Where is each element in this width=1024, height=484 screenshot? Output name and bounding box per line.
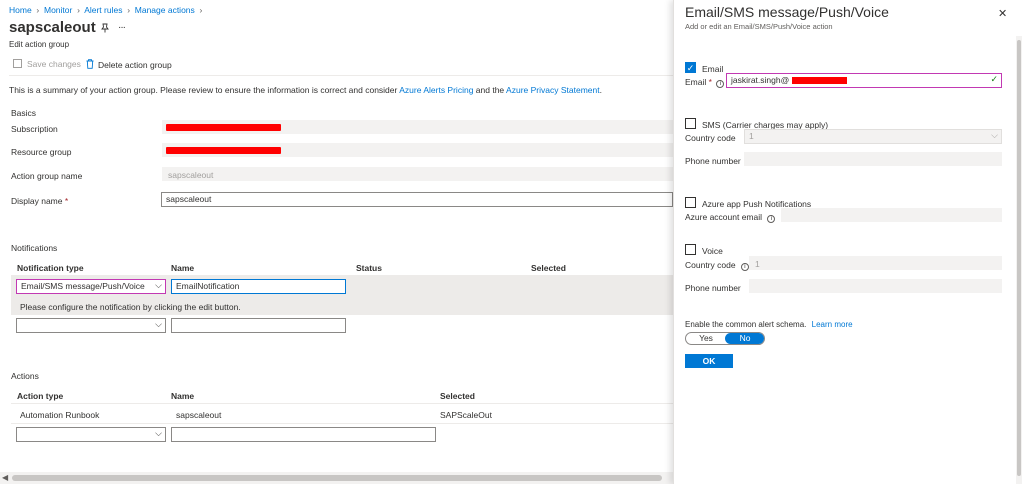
subscription-redaction <box>166 124 281 131</box>
notification-name-input[interactable]: EmailNotification <box>171 279 346 294</box>
delete-action-group-button[interactable]: Delete action group <box>86 59 172 71</box>
chevron-down-icon: ⌵ <box>155 280 162 290</box>
resource-group-redaction <box>166 147 281 154</box>
voice-country-code-label: Country code i <box>685 260 749 271</box>
col-action-selected: Selected <box>440 391 475 401</box>
azure-alerts-pricing-link[interactable]: Azure Alerts Pricing <box>399 85 473 95</box>
notification-message: Please configure the notification by cli… <box>20 302 241 312</box>
email-input[interactable]: jaskirat.singh@ ✓ <box>726 73 1002 88</box>
more-options-icon[interactable]: ··· <box>118 22 126 33</box>
voice-checkbox-label: Voice <box>702 246 723 256</box>
action-group-name-value: sapscaleout <box>168 170 214 180</box>
country-code-label: Country code <box>685 133 736 143</box>
actions-heading: Actions <box>11 371 39 381</box>
push-checkbox[interactable] <box>685 197 696 208</box>
new-notification-type-select[interactable]: ⌵ <box>16 318 166 333</box>
col-status: Status <box>356 263 382 273</box>
scrollbar-thumb[interactable] <box>12 475 662 481</box>
check-icon: ✓ <box>990 74 998 84</box>
display-name-input[interactable]: sapscaleout <box>161 192 673 207</box>
panel-subtitle: Add or edit an Email/SMS/Push/Voice acti… <box>685 22 833 31</box>
trash-icon <box>86 59 94 71</box>
breadcrumb-home[interactable]: Home <box>9 5 32 15</box>
chevron-down-icon: ⌵ <box>991 130 998 140</box>
sms-checkbox[interactable] <box>685 118 696 129</box>
azure-privacy-statement-link[interactable]: Azure Privacy Statement <box>506 85 600 95</box>
chevron-right-icon: › <box>34 5 42 15</box>
subscription-label: Subscription <box>11 124 58 134</box>
phone-number-input[interactable] <box>744 152 1002 166</box>
email-checkbox[interactable]: ✓ <box>685 62 696 73</box>
voice-phone-number-label: Phone number <box>685 283 741 293</box>
email-value: jaskirat.singh@ <box>731 75 790 85</box>
panel-title: Email/SMS message/Push/Voice <box>685 4 889 20</box>
phone-number-label: Phone number <box>685 156 741 166</box>
summary-text: This is a summary of your action group. … <box>9 85 602 95</box>
info-icon: i <box>767 215 776 223</box>
display-name-label: Display name * <box>11 196 69 206</box>
notifications-heading: Notifications <box>11 243 58 253</box>
col-selected: Selected <box>531 263 566 273</box>
breadcrumb-monitor[interactable]: Monitor <box>44 5 72 15</box>
new-action-name-input[interactable] <box>171 427 436 442</box>
action-group-name-label: Action group name <box>11 171 83 181</box>
chevron-down-icon: ⌵ <box>155 428 162 438</box>
chevron-right-icon: › <box>124 5 133 15</box>
page-title: sapscaleout <box>9 19 96 36</box>
azure-account-email-label: Azure account email i <box>685 212 776 223</box>
scroll-left-icon[interactable]: ◀ <box>2 473 8 482</box>
email-redaction <box>791 77 847 84</box>
breadcrumb-alert-rules[interactable]: Alert rules <box>84 5 122 15</box>
save-changes-button[interactable]: Save changes <box>13 59 81 69</box>
alert-schema-toggle[interactable]: Yes No <box>685 332 765 345</box>
panel-scrollbar-thumb[interactable] <box>1017 40 1021 476</box>
delete-action-group-label: Delete action group <box>98 60 172 70</box>
action-group-name-field: sapscaleout <box>162 167 673 181</box>
action-row[interactable]: Automation Runbook sapscaleout SAPScaleO… <box>11 404 673 424</box>
voice-phone-number-input[interactable] <box>749 279 1002 293</box>
breadcrumb: Home › Monitor › Alert rules › Manage ac… <box>9 5 202 15</box>
ok-button[interactable]: OK <box>685 354 733 368</box>
chevron-right-icon: › <box>197 5 203 15</box>
country-code-select[interactable]: 1 ⌵ <box>744 129 1002 144</box>
save-changes-label: Save changes <box>27 59 81 69</box>
toolbar-divider <box>9 75 673 76</box>
new-action-type-select[interactable]: ⌵ <box>16 427 166 442</box>
resource-group-label: Resource group <box>11 147 72 157</box>
email-checkbox-label: Email <box>702 64 724 74</box>
email-label: Email * i <box>685 77 725 88</box>
chevron-right-icon: › <box>74 5 83 15</box>
info-icon: i <box>716 80 725 88</box>
learn-more-link[interactable]: Learn more <box>812 320 853 329</box>
chevron-down-icon: ⌵ <box>155 319 162 329</box>
voice-checkbox[interactable] <box>685 244 696 255</box>
pin-icon[interactable] <box>100 23 110 36</box>
notification-type-value: Email/SMS message/Push/Voice <box>21 281 145 291</box>
page-subtitle: Edit action group <box>9 40 70 49</box>
save-icon <box>13 59 22 68</box>
voice-country-code-input[interactable]: 1 <box>749 256 1002 270</box>
notification-type-select[interactable]: Email/SMS message/Push/Voice ⌵ <box>16 279 166 294</box>
info-icon: i <box>740 263 749 271</box>
action-row-type: Automation Runbook <box>20 410 100 420</box>
breadcrumb-manage-actions[interactable]: Manage actions <box>135 5 195 15</box>
toggle-no[interactable]: No <box>725 333 764 344</box>
panel-scrollbar[interactable] <box>1016 36 1022 484</box>
actions-row-divider <box>11 423 673 424</box>
col-name: Name <box>171 263 195 273</box>
action-row-selected: SAPScaleOut <box>440 410 492 420</box>
toggle-yes[interactable]: Yes <box>686 333 726 344</box>
horizontal-scrollbar[interactable]: ◀ <box>0 472 674 484</box>
country-code-value: 1 <box>749 131 754 141</box>
col-action-type: Action type <box>17 391 64 401</box>
azure-account-email-input[interactable] <box>781 208 1002 222</box>
common-alert-schema-text: Enable the common alert schema. Learn mo… <box>685 320 853 329</box>
col-notification-type: Notification type <box>17 263 84 273</box>
new-notification-name-input[interactable] <box>171 318 346 333</box>
voice-country-code-value: 1 <box>755 259 760 269</box>
basics-heading: Basics <box>11 108 37 118</box>
action-row-name: sapscaleout <box>176 410 222 420</box>
col-action-name: Name <box>171 391 195 401</box>
close-icon[interactable]: ✕ <box>998 7 1007 20</box>
